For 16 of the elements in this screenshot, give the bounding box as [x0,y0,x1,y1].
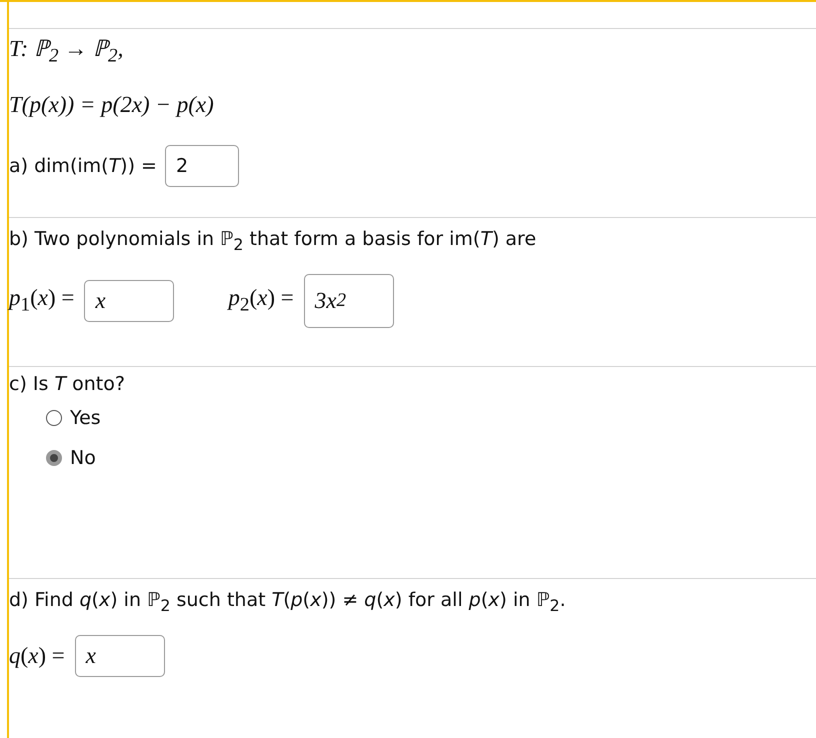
formula-text: T: ℙ$_{2}$ → ℙ$_{2}$, [9,35,124,63]
radio-button[interactable] [46,410,62,426]
field-label: q(x) = [9,642,65,669]
option-label[interactable]: Yes [70,407,101,429]
question-text: d) Find q(x) in ℙ$_{2}$ such that T(p(x)) ≠ q(x) for all p(x) in ℙ$_{2}$. [9,589,567,615]
answer-field[interactable]: 2 [164,145,239,187]
answer-field[interactable]: x [74,634,165,677]
question-text: b) Two polynomials in ℙ$_{2}$ that form a basis for im(T) are [9,228,538,254]
radio-button[interactable] [46,450,62,466]
formula-text: T(p(x)) = p(2x) − p(x) [9,91,215,119]
answer-field[interactable]: x [84,280,174,322]
question-text: c) Is T onto? [9,373,126,395]
option-label[interactable]: No [70,447,96,469]
field-label: p$_{2}$(x) = [228,285,294,317]
field-label: p$_{1}$(x) = [9,285,74,317]
question-text: a) dim(im(T)) = [9,155,157,177]
